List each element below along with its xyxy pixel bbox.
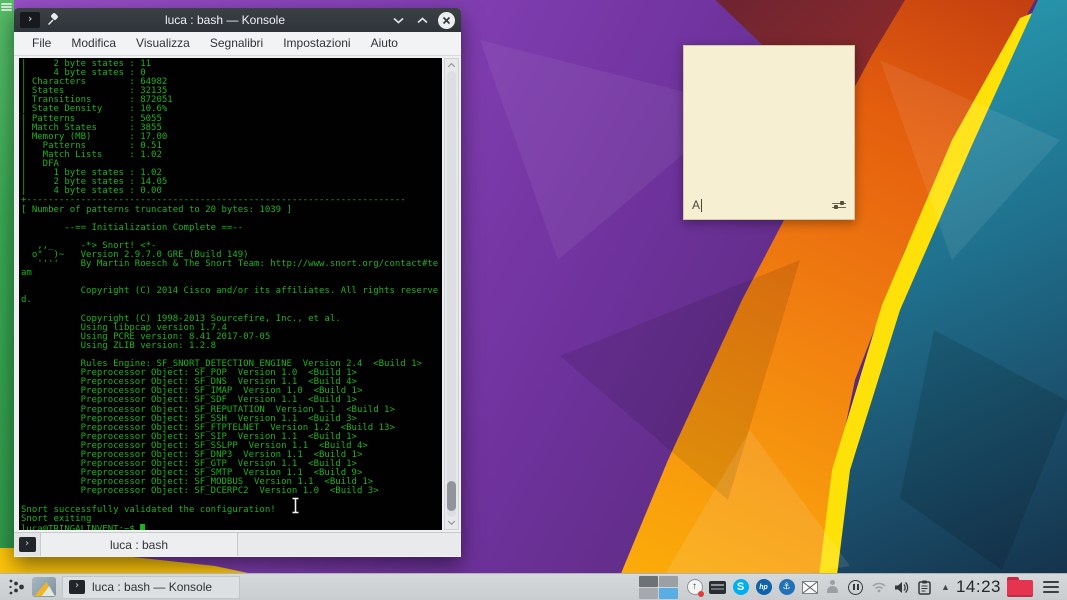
user-session-icon[interactable] — [824, 579, 841, 596]
note-format-label: A — [692, 198, 701, 212]
skype-icon[interactable]: S — [732, 579, 749, 596]
scroll-up-arrow[interactable] — [445, 59, 458, 71]
updates-icon[interactable]: ↑ — [686, 579, 705, 597]
pause-media-icon[interactable] — [847, 579, 864, 596]
titlebar[interactable]: › luca : bash — Konsole — [14, 8, 461, 32]
task-label: luca : bash — Konsole — [92, 580, 213, 594]
hamburger-icon — [1, 2, 12, 12]
menu-aiuto[interactable]: Aiuto — [361, 32, 408, 55]
menu-file[interactable]: File — [22, 32, 61, 55]
note-format-button[interactable]: A — [692, 198, 703, 212]
red-folder-icon[interactable] — [1007, 577, 1033, 597]
wifi-icon[interactable] — [870, 579, 887, 596]
minimize-button[interactable] — [388, 11, 408, 29]
menu-modifica[interactable]: Modifica — [61, 32, 126, 55]
taskbar: › luca : bash — Konsole ↑ S hp ⚓ ▲ 14:23 — [0, 573, 1067, 600]
background-window-edge — [0, 0, 14, 548]
hp-utility-icon[interactable]: hp — [755, 579, 772, 596]
konsole-task-icon: › — [69, 580, 85, 594]
desktop-3[interactable] — [639, 587, 659, 599]
clipboard-icon[interactable] — [916, 579, 933, 596]
pin-icon[interactable] — [46, 13, 60, 27]
scrollbar-thumb[interactable] — [447, 481, 456, 511]
sticky-note-toolbar: A — [692, 197, 846, 213]
note-text-cursor — [701, 199, 703, 212]
tray-expander-icon[interactable]: ▲ — [941, 582, 950, 592]
sticky-note-widget[interactable]: A — [683, 45, 855, 220]
anchor-app-icon[interactable]: ⚓ — [778, 579, 795, 596]
system-tray: ↑ S hp ⚓ ▲ — [686, 579, 952, 597]
maximize-button[interactable] — [412, 11, 432, 29]
desktop-2[interactable] — [659, 575, 679, 587]
tabbar: › luca : bash — [14, 532, 461, 556]
digital-clock[interactable]: 14:23 — [956, 577, 1001, 597]
konsole-app-icon[interactable]: › — [20, 12, 40, 28]
panel-menu-icon[interactable] — [1043, 581, 1059, 593]
menu-visualizza[interactable]: Visualizza — [126, 32, 200, 55]
konsole-window: › luca : bash — Konsole File Modifica Vi… — [14, 8, 461, 557]
computer-monitor-icon[interactable] — [709, 579, 727, 596]
terminal-screen[interactable]: | 2 byte states : 11 | 4 byte states : 0… — [19, 58, 442, 530]
task-button-konsole[interactable]: › luca : bash — Konsole — [62, 575, 240, 599]
desktop-4-active[interactable] — [659, 587, 679, 599]
terminal-cursor — [139, 523, 146, 530]
tab-luca-bash[interactable]: luca : bash — [40, 533, 238, 556]
app-launcher-icon[interactable] — [8, 577, 28, 597]
desktop-1[interactable] — [639, 575, 659, 587]
folder-view-icon[interactable] — [32, 577, 56, 597]
note-settings-icon[interactable] — [832, 200, 846, 210]
screenshot-image-icon[interactable] — [801, 579, 818, 596]
shell-prompt: luca@TRINGALINVENT:~$ — [19, 523, 442, 530]
desktop: A › luca : bash — Konsole File Modifica … — [0, 0, 1067, 600]
terminal-zone: | 2 byte states : 11 | 4 byte states : 0… — [14, 56, 461, 532]
new-tab-button[interactable]: › — [14, 533, 40, 556]
menu-segnalibri[interactable]: Segnalibri — [200, 32, 273, 55]
terminal-output: | 2 byte states : 11 | 4 byte states : 0… — [21, 59, 439, 524]
close-button[interactable] — [438, 11, 455, 29]
volume-icon[interactable] — [893, 579, 910, 596]
menu-impostazioni[interactable]: Impostazioni — [273, 32, 360, 55]
window-title: luca : bash — Konsole — [164, 13, 286, 27]
menubar: File Modifica Visualizza Segnalibri Impo… — [14, 32, 461, 56]
mouse-ibeam-cursor — [292, 497, 299, 514]
terminal-scrollbar[interactable] — [444, 58, 459, 530]
scroll-down-arrow[interactable] — [445, 517, 458, 529]
virtual-desktop-pager[interactable] — [639, 575, 679, 599]
